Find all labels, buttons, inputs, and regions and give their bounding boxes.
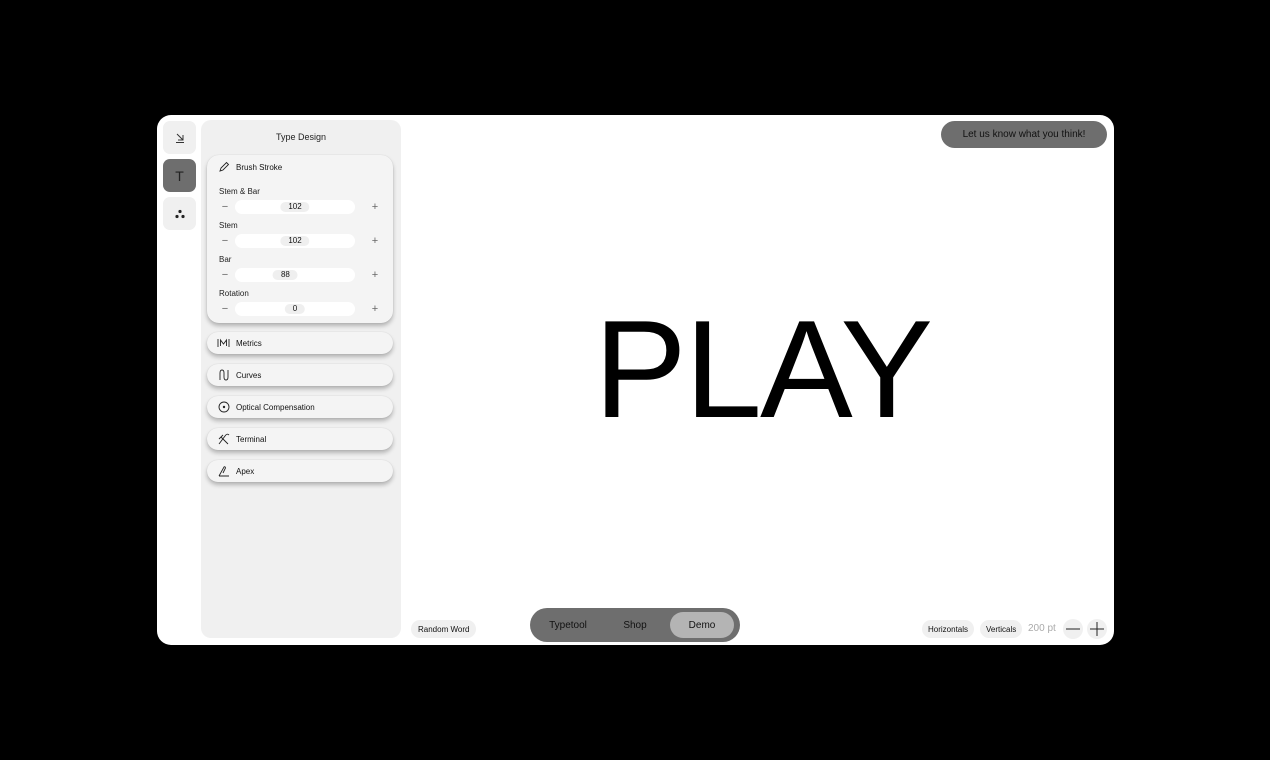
apex-label: Apex xyxy=(236,466,255,476)
horizontals-toggle[interactable]: Horizontals xyxy=(922,620,975,638)
text-tool-button[interactable]: T xyxy=(163,159,196,192)
dots-icon xyxy=(174,209,185,218)
param-label-bar: Bar xyxy=(219,255,232,264)
rotation-stepper: − 0 + xyxy=(218,301,382,317)
bar-decrement-button[interactable]: − xyxy=(218,267,232,283)
brush-icon xyxy=(217,161,230,174)
terminal-label: Terminal xyxy=(236,434,267,444)
bar-stepper: − 88 + xyxy=(218,267,382,283)
param-label-rotation: Rotation xyxy=(219,289,249,298)
type-design-panel: Type Design Brush Stroke Stem & Bar − 10… xyxy=(201,120,401,638)
optical-compensation-section[interactable]: Optical Compensation xyxy=(207,396,393,418)
metrics-label: Metrics xyxy=(236,338,262,348)
app-window: T Type Design Brush Stroke Stem & Bar − … xyxy=(157,115,1114,645)
nav-item-typetool[interactable]: Typetool xyxy=(536,612,600,638)
feedback-button[interactable]: Let us know what you think! xyxy=(941,121,1107,148)
nav-item-demo[interactable]: Demo xyxy=(670,612,734,638)
optical-compensation-icon xyxy=(217,401,230,414)
stem-bar-track[interactable]: 102 xyxy=(235,200,355,214)
stem-bar-stepper: − 102 + xyxy=(218,199,382,215)
curves-label: Curves xyxy=(236,370,262,380)
collapse-icon xyxy=(175,133,184,143)
minus-icon xyxy=(1066,628,1080,630)
stage-word[interactable]: PLAY xyxy=(594,300,933,439)
brush-stroke-card: Brush Stroke Stem & Bar − 102 + Stem − 1… xyxy=(207,155,393,323)
metrics-icon xyxy=(217,337,230,350)
stem-bar-increment-button[interactable]: + xyxy=(368,199,382,215)
size-decrease-button[interactable] xyxy=(1063,619,1083,639)
random-word-button[interactable]: Random Word xyxy=(411,620,477,638)
size-increase-button[interactable] xyxy=(1087,619,1107,639)
stem-bar-value[interactable]: 102 xyxy=(280,202,310,212)
param-label-stem-bar: Stem & Bar xyxy=(219,187,260,196)
curves-icon xyxy=(217,369,230,382)
brush-stroke-header[interactable]: Brush Stroke xyxy=(217,156,282,178)
panel-title: Type Design xyxy=(275,132,327,142)
stem-track[interactable]: 102 xyxy=(235,234,355,248)
stem-stepper: − 102 + xyxy=(218,233,382,249)
rotation-track[interactable]: 0 xyxy=(235,302,355,316)
apex-section[interactable]: Apex xyxy=(207,460,393,482)
metrics-section[interactable]: Metrics xyxy=(207,332,393,354)
verticals-toggle[interactable]: Verticals xyxy=(980,620,1023,638)
stem-bar-decrement-button[interactable]: − xyxy=(218,199,232,215)
terminal-section[interactable]: Terminal xyxy=(207,428,393,450)
font-size-readout: 200 pt xyxy=(1028,623,1056,634)
stem-value[interactable]: 102 xyxy=(280,236,310,246)
apex-icon xyxy=(217,465,230,478)
rotation-increment-button[interactable]: + xyxy=(368,301,382,317)
brush-stroke-label: Brush Stroke xyxy=(236,162,283,172)
terminal-icon xyxy=(217,433,230,446)
collapse-tool-button[interactable] xyxy=(163,121,196,154)
param-label-stem: Stem xyxy=(219,221,238,230)
stem-increment-button[interactable]: + xyxy=(368,233,382,249)
curves-section[interactable]: Curves xyxy=(207,364,393,386)
text-tool-icon: T xyxy=(175,167,184,184)
nav-item-shop[interactable]: Shop xyxy=(604,612,666,638)
optical-compensation-label: Optical Compensation xyxy=(236,402,315,412)
rotation-value[interactable]: 0 xyxy=(284,304,306,314)
bar-track[interactable]: 88 xyxy=(235,268,355,282)
rotation-decrement-button[interactable]: − xyxy=(218,301,232,317)
bottom-nav: Typetool Shop Demo xyxy=(530,608,740,642)
bar-increment-button[interactable]: + xyxy=(368,267,382,283)
dots-tool-button[interactable] xyxy=(163,197,196,230)
stem-decrement-button[interactable]: − xyxy=(218,233,232,249)
plus-icon xyxy=(1090,622,1104,636)
bar-value[interactable]: 88 xyxy=(272,270,298,280)
